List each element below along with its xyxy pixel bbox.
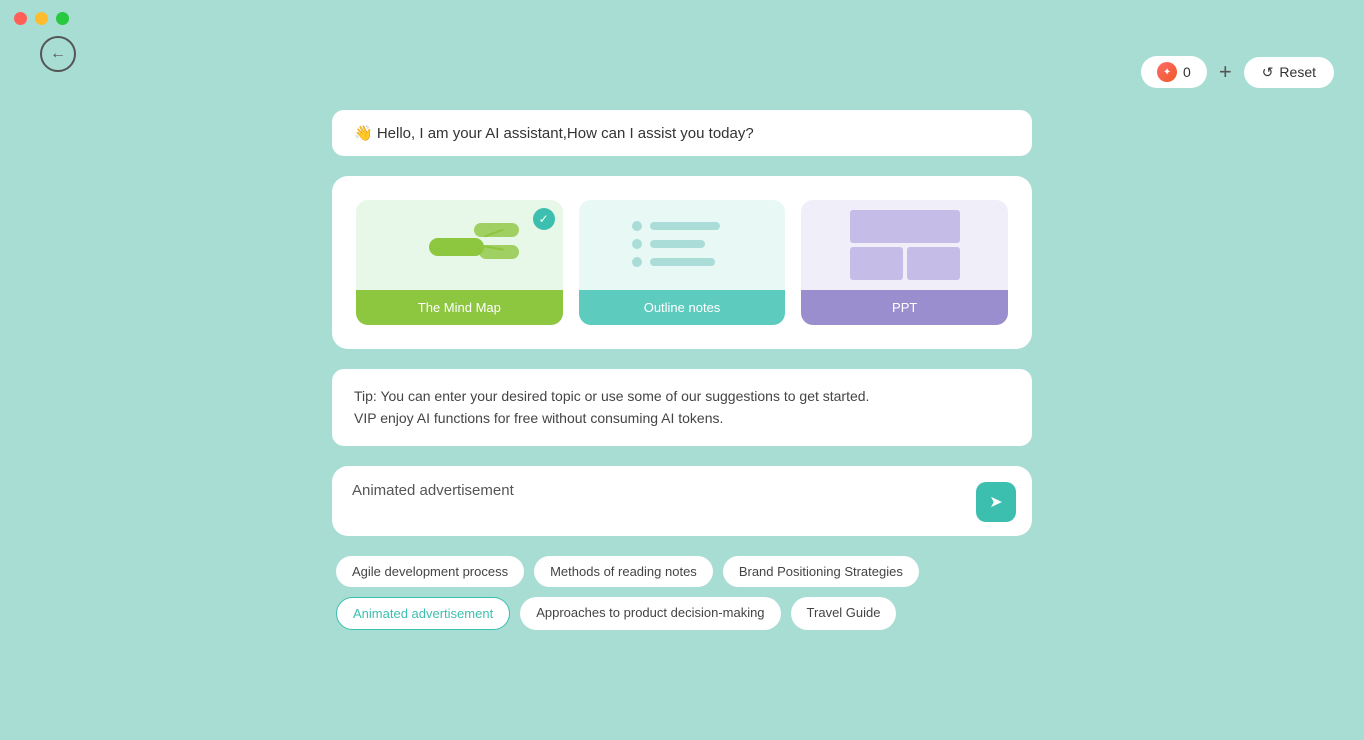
input-display[interactable]: Animated advertisement (352, 482, 1012, 512)
suggestion-chips: Agile development process Methods of read… (332, 556, 1032, 630)
token-badge: ✦ 0 (1141, 56, 1207, 88)
titlebar (0, 0, 1364, 36)
tip-line2: VIP enjoy AI functions for free without … (354, 407, 1010, 429)
template-ppt[interactable]: PPT (801, 200, 1008, 325)
tip-line1: Tip: You can enter your desired topic or… (354, 385, 1010, 407)
mindmap-preview (356, 200, 563, 290)
suggestion-chip[interactable]: Agile development process (336, 556, 524, 587)
template-selector: ✓ The Mind Map (332, 176, 1032, 349)
send-icon: ➤ (989, 492, 1002, 512)
add-token-button[interactable]: + (1219, 59, 1232, 85)
template-outline[interactable]: Outline notes (579, 200, 786, 325)
ppt-preview (801, 200, 1008, 290)
ppt-label: PPT (801, 290, 1008, 325)
reset-icon: ↺ (1262, 64, 1274, 81)
suggestion-chip[interactable]: Travel Guide (791, 597, 897, 630)
token-icon: ✦ (1157, 62, 1177, 82)
tip-box: Tip: You can enter your desired topic or… (332, 369, 1032, 446)
suggestion-chip[interactable]: Methods of reading notes (534, 556, 713, 587)
reset-button[interactable]: ↺ Reset (1244, 57, 1334, 88)
outline-label: Outline notes (579, 290, 786, 325)
ppt-illustration (850, 210, 960, 280)
main-content: 👋 Hello, I am your AI assistant,How can … (0, 110, 1364, 630)
input-area: Animated advertisement ➤ (332, 466, 1032, 536)
outline-illustration (632, 213, 732, 278)
close-button[interactable] (14, 12, 27, 25)
suggestion-chip[interactable]: Approaches to product decision-making (520, 597, 780, 630)
template-mindmap[interactable]: ✓ The Mind Map (356, 200, 563, 325)
token-count: 0 (1183, 64, 1191, 80)
hello-message: 👋 Hello, I am your AI assistant,How can … (332, 110, 1032, 156)
minimize-button[interactable] (35, 12, 48, 25)
back-button[interactable]: ← (40, 36, 76, 72)
reset-label: Reset (1279, 64, 1316, 80)
selected-check: ✓ (533, 208, 555, 230)
send-button[interactable]: ➤ (976, 482, 1016, 522)
back-icon: ← (50, 45, 66, 63)
suggestion-chip[interactable]: Brand Positioning Strategies (723, 556, 919, 587)
mindmap-illustration (399, 213, 519, 278)
top-right-controls: ✦ 0 + ↺ Reset (1141, 56, 1334, 88)
mindmap-label: The Mind Map (356, 290, 563, 325)
maximize-button[interactable] (56, 12, 69, 25)
suggestion-chip[interactable]: Animated advertisement (336, 597, 510, 630)
outline-preview (579, 200, 786, 290)
